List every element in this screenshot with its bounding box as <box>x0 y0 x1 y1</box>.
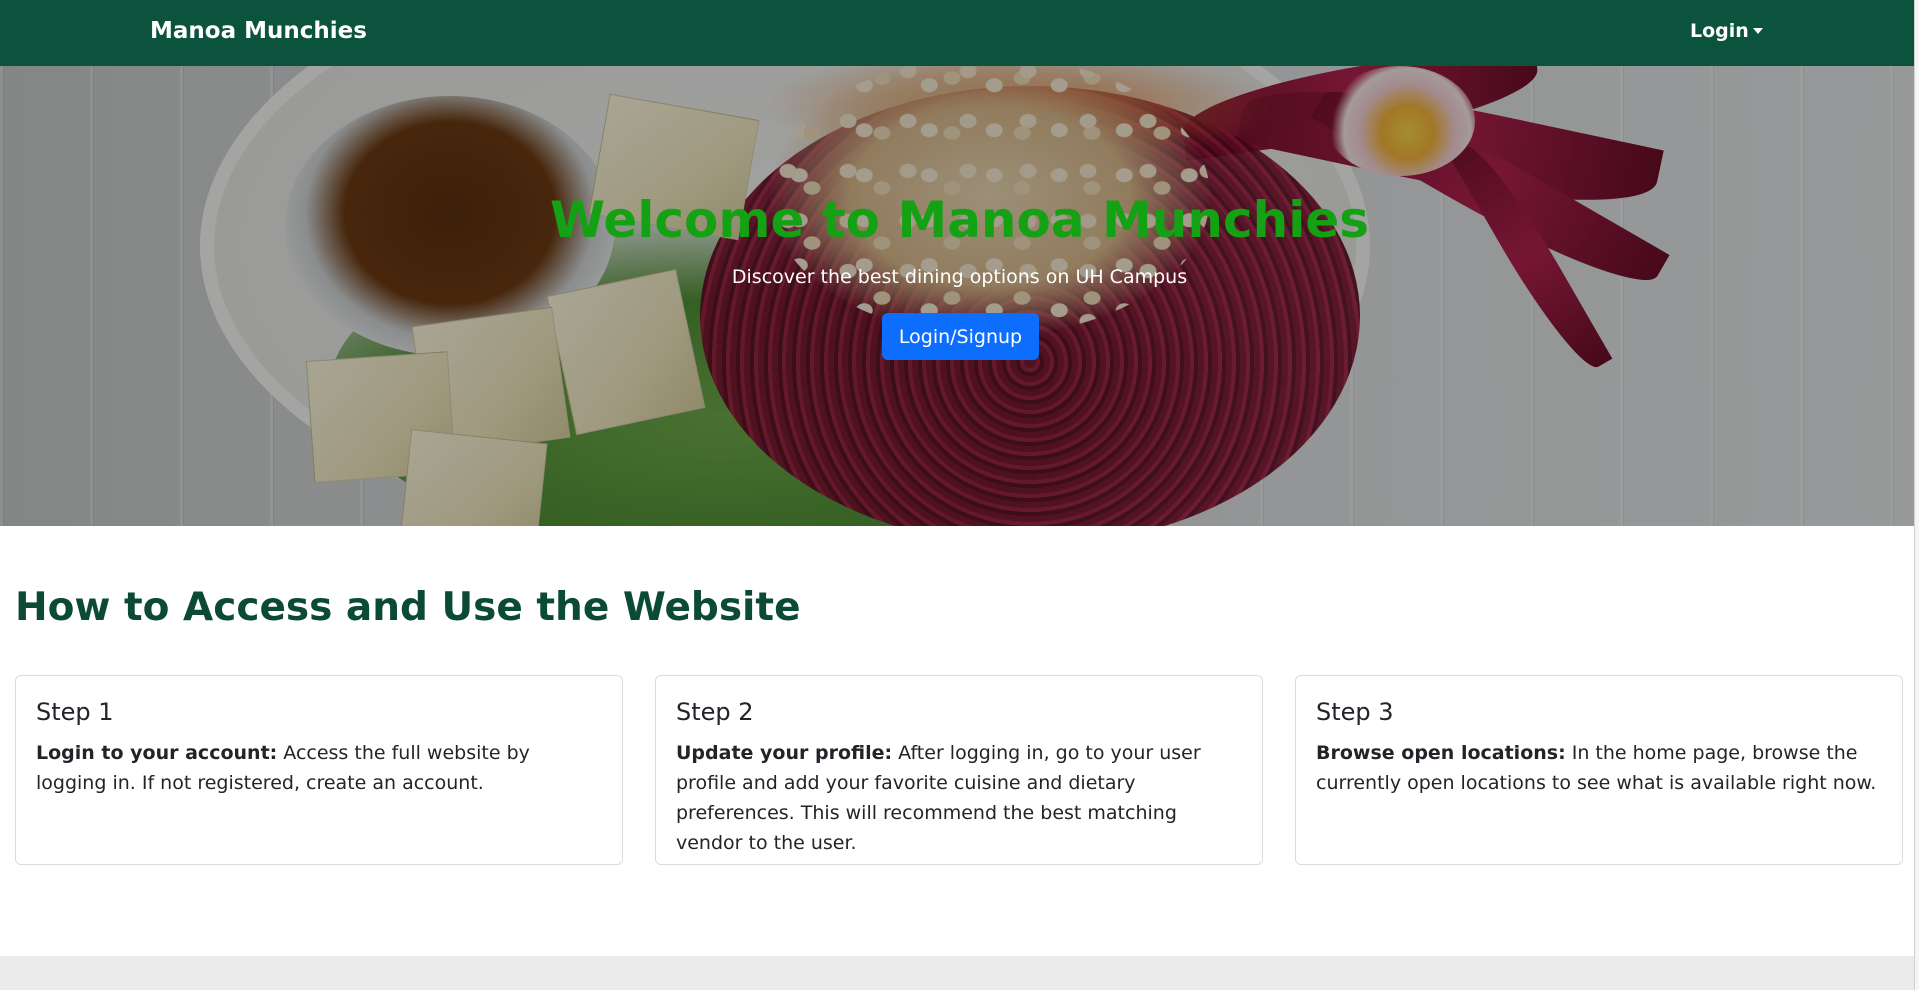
hero-background-image <box>0 66 1914 526</box>
login-dropdown-label: Login <box>1690 20 1749 42</box>
brand-link[interactable]: Manoa Munchies <box>150 0 367 62</box>
step-heading: Login to your account: <box>36 742 278 764</box>
step-description: Browse open locations: In the home page,… <box>1316 738 1882 798</box>
step-heading: Update your profile: <box>676 742 893 764</box>
login-dropdown[interactable]: Login <box>1690 0 1763 62</box>
section-title: How to Access and Use the Website <box>15 585 801 630</box>
step-heading: Browse open locations: <box>1316 742 1566 764</box>
page-scrollbar[interactable] <box>1914 0 1919 990</box>
step-description: Login to your account: Access the full w… <box>36 738 602 798</box>
step-card-1: Step 1 Login to your account: Access the… <box>15 675 623 865</box>
caret-down-icon <box>1752 28 1763 34</box>
step-title: Step 1 <box>36 698 114 726</box>
step-description: Update your profile: After logging in, g… <box>676 738 1242 858</box>
step-card-3: Step 3 Browse open locations: In the hom… <box>1295 675 1903 865</box>
step-title: Step 2 <box>676 698 754 726</box>
login-signup-button[interactable]: Login/Signup <box>882 313 1039 360</box>
hero-subtitle: Discover the best dining options on UH C… <box>731 266 1188 288</box>
step-title: Step 3 <box>1316 698 1394 726</box>
step-card-2: Step 2 Update your profile: After loggin… <box>655 675 1263 865</box>
hero-title: Welcome to Manoa Munchies <box>549 191 1370 249</box>
hero-banner: Welcome to Manoa Munchies Discover the b… <box>0 66 1914 526</box>
footer <box>0 956 1919 990</box>
top-navbar: Manoa Munchies Login <box>0 0 1914 66</box>
